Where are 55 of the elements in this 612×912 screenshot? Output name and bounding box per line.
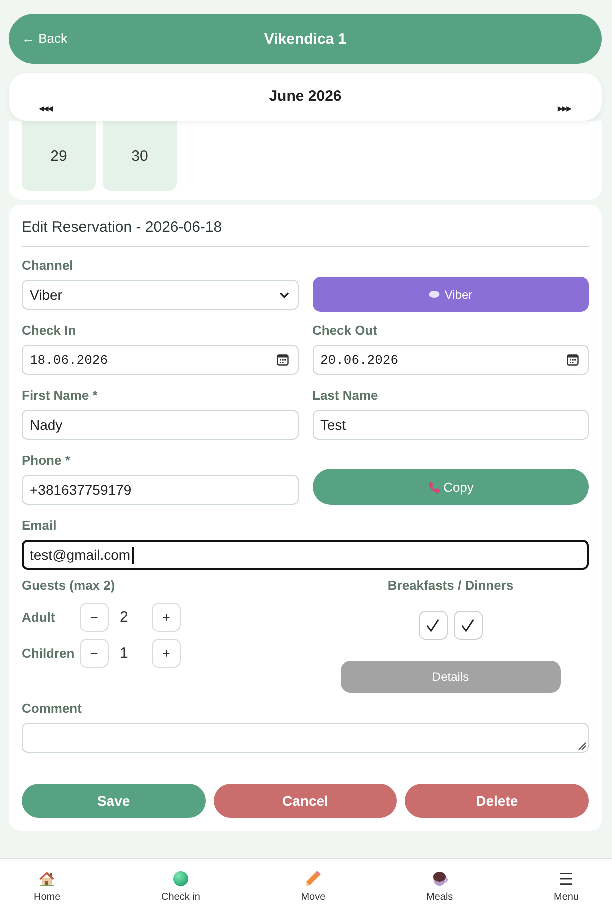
chevron-down-icon — [278, 292, 290, 298]
meal-checkbox[interactable] — [418, 611, 448, 640]
pencil-icon — [305, 871, 322, 887]
checkmark-icon — [461, 618, 476, 633]
date-field[interactable]: 18.06.2026 — [22, 345, 298, 375]
calendar-icon — [276, 354, 288, 366]
text-cursor-icon — [132, 546, 134, 564]
nav-item[interactable]: Check in — [162, 859, 200, 912]
nav-item[interactable]: Home — [34, 859, 61, 912]
chat-bubble-icon — [428, 291, 440, 298]
field-label: Check Out — [312, 323, 378, 339]
month-title: June 2026 — [269, 87, 342, 106]
calendar-icon — [567, 354, 579, 366]
delete-button[interactable]: Delete — [405, 784, 589, 818]
increment-button[interactable]: + — [152, 603, 181, 632]
nav-item[interactable]: Meals — [426, 859, 454, 912]
guest-type-label: Children — [22, 646, 76, 662]
channel-select[interactable]: Viber — [22, 280, 298, 310]
field-label: Phone * — [22, 453, 70, 469]
phone-field[interactable]: +381637759179 — [22, 475, 298, 505]
decrement-button[interactable]: − — [80, 603, 109, 632]
email-field[interactable]: test@gmail.com — [22, 540, 589, 570]
guest-count: 2 — [119, 609, 130, 626]
decrement-button[interactable]: − — [80, 639, 109, 668]
resize-handle-icon[interactable] — [578, 742, 586, 750]
form-title: Edit Reservation - 2026-06-18 — [22, 219, 589, 247]
viber-button[interactable]: Viber — [312, 277, 589, 312]
cancel-button[interactable]: Cancel — [214, 784, 398, 818]
house-icon — [39, 871, 56, 887]
last-name-field[interactable]: Test — [312, 410, 589, 440]
guest-type-label: Adult — [22, 610, 56, 626]
day-tile[interactable]: 29 — [22, 121, 96, 191]
comment-field[interactable] — [22, 723, 589, 753]
cup-icon — [432, 871, 448, 887]
phone-icon — [428, 480, 441, 494]
checkmark-icon — [426, 618, 440, 633]
field-label: Check In — [22, 323, 76, 339]
day-tile[interactable]: 30 — [103, 121, 177, 191]
date-field[interactable]: 20.06.2026 — [312, 345, 589, 375]
first-name-field[interactable]: Nady — [22, 410, 298, 440]
guest-count: 1 — [119, 645, 130, 662]
meal-checkbox[interactable] — [454, 611, 483, 640]
field-label: Comment — [22, 701, 82, 717]
section-label: Breakfasts / Dinners — [388, 578, 514, 594]
field-label: Channel — [22, 258, 74, 274]
section-label: Guests (max 2) — [22, 578, 116, 594]
field-label: Email — [22, 518, 57, 534]
nav-item[interactable]: Move — [301, 859, 326, 912]
field-label: First Name * — [22, 388, 98, 404]
nav-item[interactable]: Menu — [554, 859, 579, 912]
increment-button[interactable]: + — [152, 639, 181, 668]
page-title: Vikendica 1 — [264, 30, 347, 48]
field-label: Last Name — [312, 388, 378, 404]
menu-icon — [558, 871, 574, 887]
sphere-icon — [172, 871, 189, 887]
